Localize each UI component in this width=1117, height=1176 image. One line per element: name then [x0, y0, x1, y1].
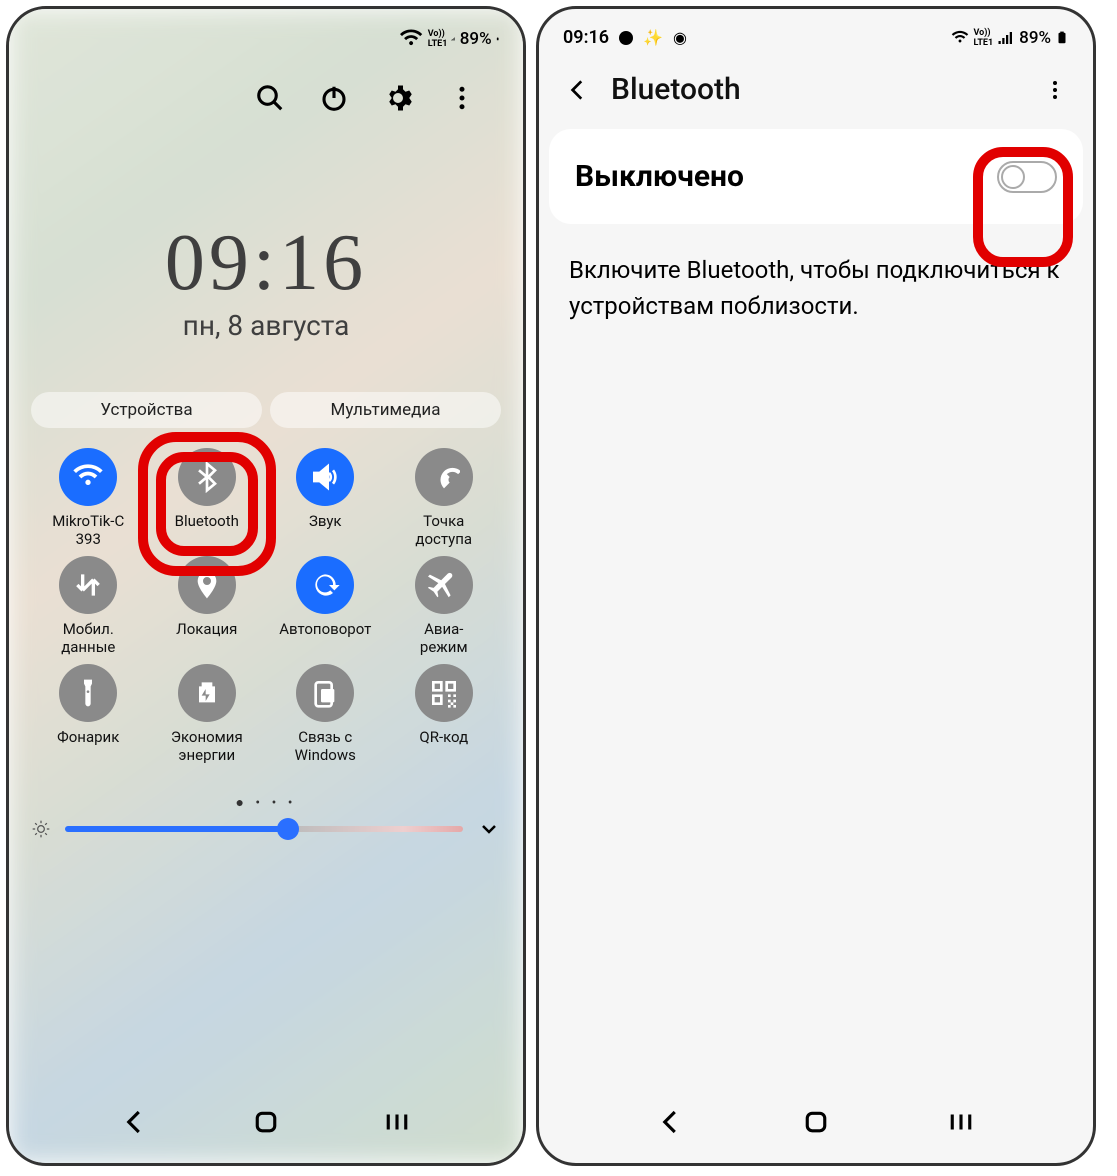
sound-icon	[296, 448, 354, 506]
lte-status-icon: Vo))LTE1	[428, 29, 448, 49]
brightness-slider[interactable]	[65, 826, 463, 832]
nav-recents-icon[interactable]	[382, 1107, 412, 1137]
signal-status-icon	[451, 30, 455, 48]
battery-icon	[496, 29, 499, 49]
quick-tile-data[interactable]: Мобил.данные	[31, 556, 146, 656]
bluetooth-status-label: Выключено	[575, 159, 744, 194]
tile-label: Звук	[309, 512, 342, 530]
windows-icon	[296, 664, 354, 722]
nav-home-icon[interactable]	[801, 1107, 831, 1137]
rotate-icon	[296, 556, 354, 614]
clock: 09:16 пн, 8 августа	[9, 223, 523, 342]
quick-tile-airplane[interactable]: Авиа-режим	[387, 556, 502, 656]
tile-label: Локация	[176, 620, 237, 638]
search-icon[interactable]	[255, 83, 285, 113]
qr-icon	[415, 664, 473, 722]
tab-media[interactable]: Мультимедиа	[270, 392, 501, 428]
quick-tile-wifi[interactable]: MikroTik-C393	[31, 448, 146, 548]
brightness-thumb[interactable]	[277, 818, 299, 840]
phone-quick-settings: Vo))LTE1 89% 09:16 пн, 8 августа Устройс…	[6, 6, 526, 1166]
settings-header: Bluetooth	[539, 54, 1093, 119]
page-title: Bluetooth	[611, 72, 741, 107]
bluetooth-toggle-card: Выключено	[549, 129, 1083, 224]
quick-tile-qr[interactable]: QR-код	[387, 664, 502, 764]
notif-icon-3: ◉	[673, 28, 687, 47]
tile-label: Точкадоступа	[415, 512, 472, 548]
wifi-status-icon	[399, 27, 423, 51]
gear-icon[interactable]	[383, 83, 413, 113]
back-icon[interactable]	[565, 77, 591, 103]
quick-tiles-grid: MikroTik-C393 Bluetooth Звук Точкадоступа Мо…	[9, 428, 523, 764]
wifi-icon	[59, 448, 117, 506]
status-bar: 09:16 ✨ ◉ Vo))LTE1 89%	[539, 9, 1093, 54]
tile-label: Автоповорот	[279, 620, 371, 638]
battery-text: 89%	[1019, 28, 1051, 48]
nav-back-icon[interactable]	[120, 1107, 150, 1137]
tile-label: Bluetooth	[175, 512, 239, 530]
bluetooth-icon	[178, 448, 236, 506]
airplane-icon	[415, 556, 473, 614]
more-icon[interactable]	[1043, 78, 1067, 102]
quick-tile-battery[interactable]: Экономияэнергии	[150, 664, 265, 764]
phone-bluetooth-settings: 09:16 ✨ ◉ Vo))LTE1 89% Bluetooth Выключе…	[536, 6, 1096, 1166]
brightness-icon	[31, 819, 51, 839]
wifi-status-icon	[951, 29, 969, 47]
status-bar: Vo))LTE1 89%	[9, 9, 523, 57]
brightness-slider-row	[9, 817, 523, 841]
clock-time: 09:16	[9, 223, 523, 303]
hotspot-icon	[415, 448, 473, 506]
bluetooth-toggle[interactable]	[997, 161, 1057, 193]
quick-toolbar	[9, 57, 523, 113]
nav-back-icon[interactable]	[656, 1107, 686, 1137]
tile-label: Мобил.данные	[61, 620, 115, 656]
quick-tile-sound[interactable]: Звук	[268, 448, 383, 548]
quick-tile-rotate[interactable]: Автоповорот	[268, 556, 383, 656]
quick-tile-bluetooth[interactable]: Bluetooth	[150, 448, 265, 548]
quick-tile-flashlight[interactable]: Фонарик	[31, 664, 146, 764]
nav-bar	[539, 1085, 1093, 1163]
clock-date: пн, 8 августа	[9, 309, 523, 342]
battery-icon	[1055, 28, 1069, 48]
tile-label: Связь сWindows	[295, 728, 356, 764]
signal-status-icon	[997, 29, 1015, 47]
tile-label: Экономияэнергии	[171, 728, 243, 764]
nav-bar	[9, 1085, 523, 1163]
notif-icon-2: ✨	[643, 28, 663, 47]
quick-tile-location[interactable]: Локация	[150, 556, 265, 656]
power-icon[interactable]	[319, 83, 349, 113]
quick-tile-hotspot[interactable]: Точкадоступа	[387, 448, 502, 548]
tile-label: MikroTik-C393	[52, 512, 124, 548]
tile-label: QR-код	[419, 728, 468, 746]
tab-devices[interactable]: Устройства	[31, 392, 262, 428]
toggle-knob	[1001, 165, 1025, 189]
location-icon	[178, 556, 236, 614]
quick-tile-windows[interactable]: Связь сWindows	[268, 664, 383, 764]
nav-recents-icon[interactable]	[946, 1107, 976, 1137]
bluetooth-hint-text: Включите Bluetooth, чтобы подключиться к…	[539, 234, 1093, 342]
flashlight-icon	[59, 664, 117, 722]
page-dots[interactable]: ● • • •	[9, 764, 523, 817]
status-icons: Vo))LTE1 89%	[399, 27, 499, 51]
chevron-down-icon[interactable]	[477, 817, 501, 841]
tile-label: Фонарик	[57, 728, 119, 746]
battery-icon	[178, 664, 236, 722]
data-icon	[59, 556, 117, 614]
more-icon[interactable]	[447, 83, 477, 113]
status-icons: Vo))LTE1 89%	[951, 28, 1069, 48]
status-time: 09:16	[563, 27, 609, 48]
battery-text: 89%	[460, 29, 492, 49]
notif-icon	[619, 31, 633, 45]
tile-label: Авиа-режим	[420, 620, 468, 656]
quick-tabs: Устройства Мультимедиа	[9, 342, 523, 428]
nav-home-icon[interactable]	[251, 1107, 281, 1137]
lte-status-icon: Vo))LTE1	[973, 28, 993, 48]
